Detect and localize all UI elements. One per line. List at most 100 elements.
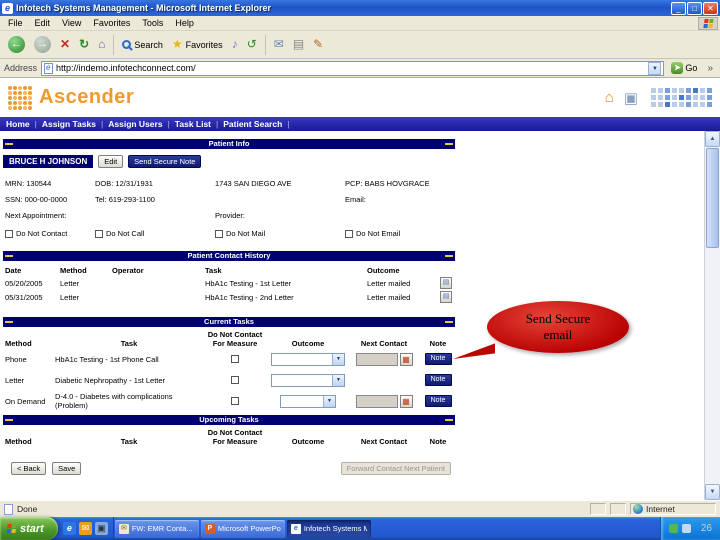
do-not-contact-options: Do Not Contact Do Not Call Do Not Mail D… — [3, 229, 455, 238]
show-desktop-icon[interactable]: ▣ — [94, 522, 108, 535]
window-title: Infotech Systems Management - Microsoft … — [16, 3, 272, 13]
outcome-select[interactable]: ▼ — [271, 352, 345, 366]
menu-edit[interactable]: Edit — [29, 18, 57, 28]
scroll-thumb[interactable] — [706, 148, 719, 248]
nav-home[interactable]: Home — [6, 119, 30, 129]
edit-button-toolbar[interactable]: ✎ — [309, 34, 327, 55]
history-note-button[interactable]: ▤ — [440, 277, 452, 289]
do-not-contact-checkbox[interactable] — [5, 229, 13, 238]
menu-file[interactable]: File — [2, 18, 29, 28]
save-button[interactable]: Save — [52, 462, 82, 475]
current-tasks-columns: Method Task Do Not Contact For Measure O… — [3, 330, 455, 348]
address-label: Address — [4, 63, 38, 73]
history-button[interactable]: ↺ — [243, 34, 261, 55]
history-method: Letter — [60, 292, 80, 302]
scroll-up-button[interactable]: ▲ — [705, 131, 720, 147]
back-button-page[interactable]: < Back — [11, 462, 47, 475]
media-button[interactable]: ♪ — [228, 34, 242, 55]
maximize-button[interactable]: □ — [687, 1, 702, 15]
outcome-select[interactable]: ▼ — [271, 373, 345, 387]
go-icon: ➤ — [671, 62, 684, 74]
vertical-scrollbar[interactable]: ▲ ▼ — [704, 131, 720, 500]
favorites-button[interactable]: ★ Favorites — [168, 34, 227, 55]
banner-home-icon[interactable]: ⌂ — [605, 89, 614, 106]
tel-field: Tel: 619-293-1100 — [95, 195, 155, 204]
next-contact-input[interactable] — [355, 394, 398, 408]
nav-task-list[interactable]: Task List — [175, 119, 211, 129]
media-icon: ♪ — [231, 37, 238, 51]
calendar-button[interactable]: ▦ — [399, 352, 413, 366]
forward-button[interactable]: → — [30, 34, 55, 55]
send-secure-note-button[interactable]: Send Secure Note — [128, 155, 202, 168]
nav-assign-tasks[interactable]: Assign Tasks — [42, 119, 96, 129]
do-not-call-checkbox[interactable] — [95, 229, 103, 238]
page-content: Patient Info BRUCE H JOHNSON Edit Send S… — [0, 131, 720, 500]
history-date: 05/31/2005 — [5, 292, 43, 302]
back-button[interactable]: ← — [4, 34, 29, 55]
minimize-button[interactable]: _ — [671, 1, 686, 15]
search-button[interactable]: Search — [118, 38, 167, 52]
address-dropdown-button[interactable]: ▼ — [648, 61, 662, 75]
do-not-mail-checkbox[interactable] — [215, 229, 223, 238]
refresh-button[interactable]: ↻ — [75, 34, 93, 55]
next-contact-input[interactable] — [355, 352, 398, 366]
edit-button[interactable]: Edit — [98, 155, 124, 168]
taskbar-window-powerpoint[interactable]: P Microsoft PowerPoint — [200, 519, 285, 538]
slide-number: 26 — [700, 523, 712, 534]
note-button[interactable]: Note — [424, 353, 452, 365]
measure-checkbox[interactable] — [231, 376, 239, 384]
quick-launch-bar: e ✉ ▣ — [58, 517, 114, 540]
print-button[interactable]: ▤ — [289, 34, 308, 55]
address-input[interactable]: http://indemo.infotechconnect.com/ ▼ — [41, 60, 665, 76]
tray-icon[interactable] — [668, 524, 678, 533]
nav-assign-users[interactable]: Assign Users — [108, 119, 162, 129]
status-pane — [590, 503, 606, 515]
do-not-email-checkbox[interactable] — [345, 229, 353, 238]
outcome-select[interactable]: ▼ — [280, 394, 336, 408]
status-text: Done — [17, 504, 38, 514]
scroll-down-button[interactable]: ▼ — [705, 484, 720, 500]
menu-view[interactable]: View — [56, 18, 87, 28]
calendar-button[interactable]: ▦ — [399, 394, 413, 408]
print-icon: ▤ — [292, 37, 305, 51]
taskbar-window-infotech[interactable]: e Infotech Systems Ma... — [286, 519, 371, 538]
menu-tools[interactable]: Tools — [136, 18, 169, 28]
measure-checkbox[interactable] — [231, 355, 239, 363]
ie-quicklaunch-icon[interactable]: e — [62, 522, 76, 535]
contact-history-columns: Date Method Operator Task Outcome — [3, 264, 455, 276]
note-button[interactable]: Note — [424, 374, 452, 386]
home-button[interactable]: ⌂ — [94, 34, 109, 55]
mail-quicklaunch-icon[interactable]: ✉ — [78, 522, 92, 535]
address-bar: Address http://indemo.infotechconnect.co… — [0, 59, 720, 78]
system-tray: 26 — [659, 517, 720, 540]
history-note-button[interactable]: ▤ — [440, 291, 452, 303]
start-button[interactable]: start — [0, 517, 58, 540]
links-chevron[interactable]: » — [704, 63, 716, 74]
forward-contact-next-patient-button[interactable]: Forward Contact Next Patient — [340, 462, 451, 475]
history-outcome: Letter mailed — [367, 292, 411, 302]
powerpoint-icon: P — [204, 523, 215, 534]
main-navigation: Home | Assign Tasks | Assign Users | Tas… — [0, 117, 720, 131]
patient-name: BRUCE H JOHNSON — [3, 155, 94, 168]
note-button[interactable]: Note — [424, 395, 452, 407]
chevron-down-icon: ▼ — [323, 395, 335, 407]
column-task: Task — [205, 265, 222, 275]
close-button[interactable]: ✕ — [703, 1, 718, 15]
stop-button[interactable]: ✕ — [56, 34, 74, 55]
menu-help[interactable]: Help — [169, 18, 200, 28]
column-do-not-contact: Do Not Contact For Measure — [207, 428, 263, 446]
mail-button[interactable]: ✉ — [270, 34, 288, 55]
measure-checkbox[interactable] — [231, 397, 239, 405]
tray-icon[interactable] — [681, 524, 691, 533]
menu-favorites[interactable]: Favorites — [87, 18, 136, 28]
browser-window: e Infotech Systems Management - Microsof… — [0, 0, 720, 540]
callout-tail — [453, 343, 495, 359]
task-method: Letter — [5, 375, 25, 385]
go-button[interactable]: ➤ Go — [668, 62, 700, 74]
task-name: D-4.0 - Diabetes with complications (Pro… — [55, 392, 173, 410]
banner-window-icon[interactable]: ▣ — [624, 89, 638, 107]
nav-patient-search[interactable]: Patient Search — [223, 119, 282, 129]
taskbar-window-mail[interactable]: ✉ FW: EMR Conta... — [114, 519, 199, 538]
current-task-row: Phone HbA1c Testing - 1st Phone Call ▼ ▦… — [3, 349, 455, 369]
contact-history-header: Patient Contact History — [3, 251, 455, 261]
